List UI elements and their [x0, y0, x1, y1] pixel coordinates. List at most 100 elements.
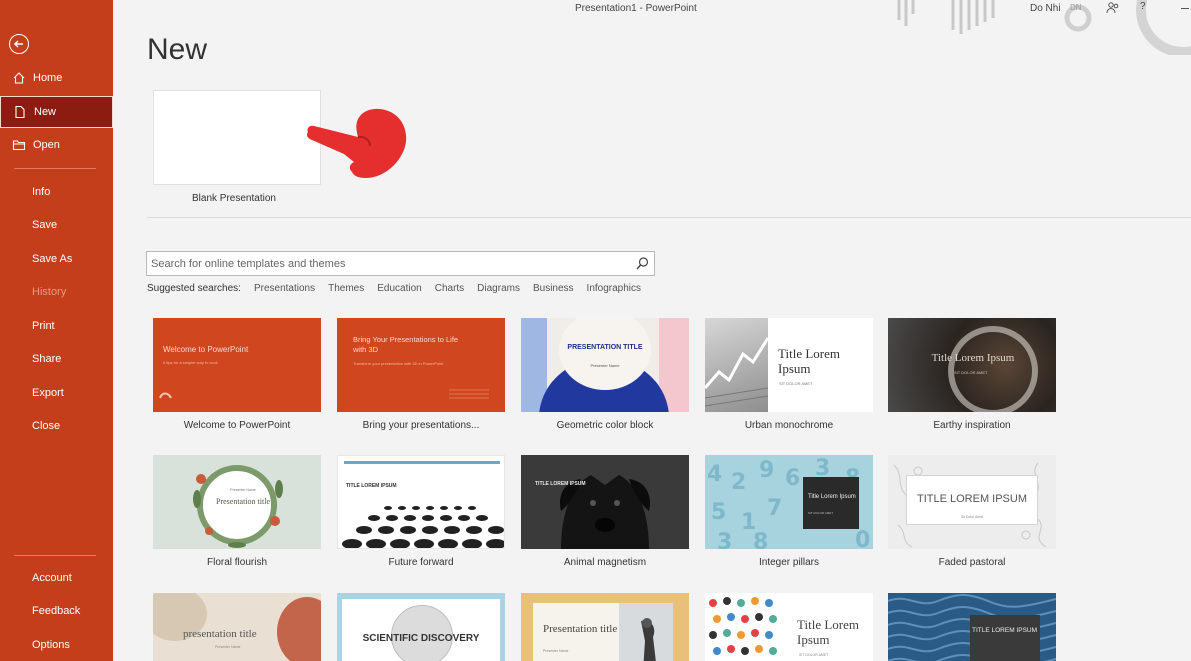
suggested-link-diagrams[interactable]: Diagrams — [477, 283, 520, 294]
sidebar-item-label: Home — [33, 72, 63, 84]
new-document-icon — [13, 105, 27, 119]
template-label: Welcome to PowerPoint — [183, 420, 291, 431]
template-label: Integer pillars — [758, 557, 820, 568]
svg-text:6: 6 — [785, 466, 800, 491]
template-thumb-subtitle: 5 tips for a simpler way to work — [163, 360, 218, 365]
template-gallery-thumbnail[interactable]: Presentation title Presenter Name — [521, 593, 689, 661]
template-future-thumbnail[interactable]: TITLE LOREM IPSUM — [337, 455, 505, 549]
template-thumb-title: TITLE LOREM IPSUM — [916, 493, 1028, 505]
template-urban-thumbnail[interactable]: Title Lorem Ipsum SIT DOLOR AMET — [705, 318, 873, 412]
minimize-icon[interactable] — [1181, 8, 1189, 9]
template-thumb-title: TITLE LOREM IPSUM — [535, 481, 586, 487]
sidebar-item-label: Open — [33, 139, 60, 151]
template-integer-thumbnail[interactable]: 429638 5176038 Title Lorem Ipsum SIT DOL… — [705, 455, 873, 549]
template-thumb-title: TITLE LOREM IPSUM — [346, 483, 397, 489]
sidebar-item-label: Export — [32, 387, 64, 399]
template-thumb-subtitle: Sit Dolor Amet — [960, 515, 984, 519]
template-welcome-thumbnail[interactable]: Welcome to PowerPoint 5 tips for a simpl… — [153, 318, 321, 412]
sidebar-item-print[interactable]: Print — [0, 310, 113, 342]
sidebar-item-feedback[interactable]: Feedback — [0, 595, 113, 627]
user-badge[interactable]: DN — [1070, 3, 1082, 12]
template-thumb-title: Presentation title — [216, 497, 270, 506]
search-icon[interactable] — [635, 256, 650, 276]
template-search-input[interactable] — [151, 256, 621, 272]
sidebar-divider — [14, 555, 96, 556]
blank-presentation-label: Blank Presentation — [192, 193, 276, 204]
template-thumb-title: Title Lorem Ipsum — [778, 346, 840, 376]
template-thumb-subtitle: Presenter Name — [230, 488, 256, 492]
template-floral-thumbnail[interactable]: Presenter Name Presentation title — [153, 455, 321, 549]
template-label: Bring your presentations... — [362, 420, 480, 431]
template-thumb-title: Welcome to PowerPoint — [163, 345, 249, 354]
sidebar-item-label: Save As — [32, 253, 73, 265]
svg-text:3: 3 — [717, 530, 732, 549]
template-earthy-thumbnail[interactable]: Title Lorem Ipsum SIT DOLOR AMET — [888, 318, 1056, 412]
sidebar-item-label: Account — [32, 572, 72, 584]
suggested-link-education[interactable]: Education — [377, 283, 421, 294]
template-faded-thumbnail[interactable]: TITLE LOREM IPSUM Sit Dolor Amet — [888, 455, 1056, 549]
user-name[interactable]: Do Nhi — [1030, 3, 1061, 14]
template-thumb-subtitle: Presenter Name — [215, 645, 241, 649]
template-wave-thumbnail[interactable]: TITLE LOREM IPSUM — [888, 593, 1056, 661]
suggested-link-charts[interactable]: Charts — [435, 283, 464, 294]
sidebar-item-history: History — [0, 276, 113, 308]
back-arrow-icon[interactable] — [9, 34, 29, 54]
sidebar-item-label: History — [32, 286, 67, 298]
sidebar-item-new[interactable]: New — [0, 96, 113, 128]
sidebar-item-info[interactable]: Info — [0, 176, 113, 208]
sidebar-item-home[interactable]: Home — [0, 62, 113, 94]
suggested-searches-label: Suggested searches: — [147, 283, 241, 294]
sidebar-item-label: New — [34, 106, 57, 118]
template-scientific-thumbnail[interactable]: SCIENTIFIC DISCOVERY — [337, 593, 505, 661]
template-label: Earthy inspiration — [933, 420, 1011, 431]
template-thumb-title: Title Lorem Ipsum — [808, 494, 856, 500]
template-dots-thumbnail[interactable]: Title Lorem Ipsum SIT DOLOR AMET — [705, 593, 873, 661]
svg-text:2: 2 — [731, 470, 746, 495]
template-label: Geometric color block — [556, 420, 654, 431]
share-people-icon[interactable] — [1106, 1, 1120, 20]
sidebar-item-label: Feedback — [32, 605, 81, 617]
template-thumb-title: TITLE LOREM IPSUM — [972, 627, 1038, 634]
template-3d-thumbnail[interactable]: Bring Your Presentations to Life with 3D… — [337, 318, 505, 412]
sidebar-item-save[interactable]: Save — [0, 209, 113, 241]
home-icon — [12, 71, 26, 85]
template-organic-thumbnail[interactable]: presentation title Presenter Name — [153, 593, 321, 661]
suggested-searches: Suggested searches: Presentations Themes… — [147, 283, 654, 294]
template-thumb-title: Title Lorem Ipsum — [797, 617, 859, 647]
template-label: Future forward — [388, 557, 454, 568]
sidebar-item-label: Info — [32, 186, 51, 198]
template-label: Faded pastoral — [938, 557, 1006, 568]
template-thumb-subtitle: SIT DOLOR AMET — [808, 511, 834, 515]
svg-text:4: 4 — [707, 462, 722, 487]
suggested-link-business[interactable]: Business — [533, 283, 574, 294]
section-divider — [147, 217, 1191, 218]
template-geometric-thumbnail[interactable]: PRESENTATION TITLE Presenter Name — [521, 318, 689, 412]
sidebar-item-label: Options — [32, 639, 70, 651]
template-thumb-subtitle: SIT DOLOR AMET — [799, 653, 829, 657]
template-thumb-subtitle: SIT DOLOR AMET — [954, 370, 988, 375]
template-thumb-subtitle: Presenter Name — [590, 363, 620, 368]
blank-presentation-thumbnail[interactable] — [153, 90, 321, 185]
sidebar-item-account[interactable]: Account — [0, 562, 113, 594]
suggested-link-infographics[interactable]: Infographics — [587, 283, 641, 294]
help-icon[interactable]: ? — [1140, 1, 1146, 12]
sidebar-item-open[interactable]: Open — [0, 129, 113, 161]
template-thumb-subtitle: SIT DOLOR AMET — [779, 381, 813, 386]
sidebar-item-share[interactable]: Share — [0, 343, 113, 375]
template-thumb-title: Presentation title — [543, 623, 618, 635]
suggested-link-presentations[interactable]: Presentations — [254, 283, 315, 294]
template-thumb-title: Title Lorem Ipsum — [931, 352, 1015, 364]
sidebar-item-save-as[interactable]: Save As — [0, 243, 113, 275]
sidebar-item-label: Close — [32, 420, 61, 432]
sidebar-item-export[interactable]: Export — [0, 377, 113, 409]
suggested-link-themes[interactable]: Themes — [328, 283, 364, 294]
sidebar-item-label: Save — [32, 219, 58, 231]
template-label: Floral flourish — [206, 557, 268, 568]
template-animal-thumbnail[interactable]: TITLE LOREM IPSUM — [521, 455, 689, 549]
template-search-box[interactable] — [146, 251, 655, 276]
window-title: Presentation1 - PowerPoint — [575, 3, 697, 14]
sidebar-item-options[interactable]: Options — [0, 629, 113, 661]
sidebar-item-close[interactable]: Close — [0, 410, 113, 442]
sidebar-item-label: Share — [32, 353, 62, 365]
template-thumb-title: PRESENTATION TITLE — [567, 344, 643, 351]
